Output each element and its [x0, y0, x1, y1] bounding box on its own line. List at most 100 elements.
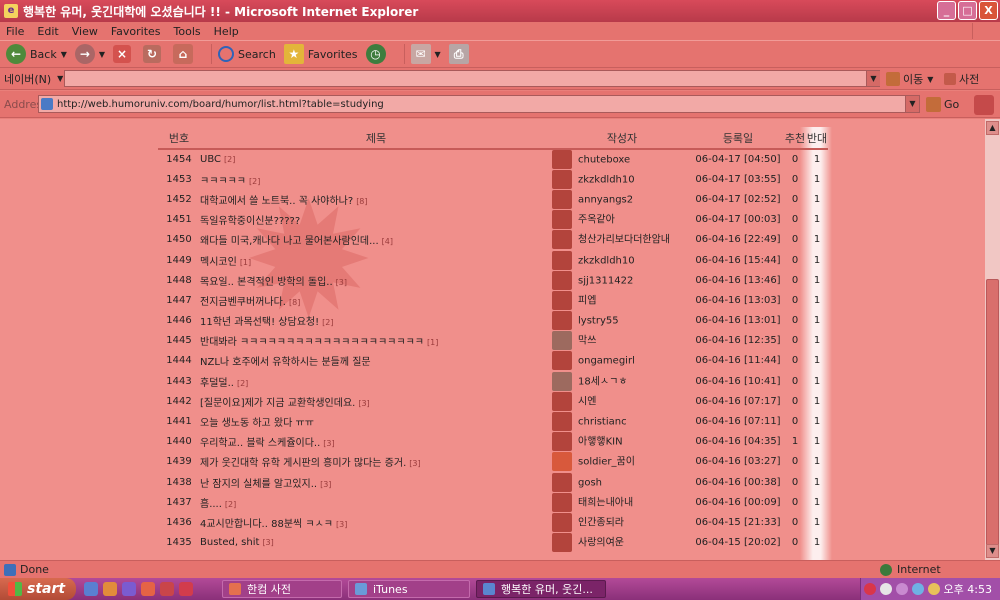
post-subject-link[interactable]: 목요일.. 본격적인 방학의 돌입.. — [200, 277, 333, 288]
stop-button[interactable]: × — [113, 45, 135, 63]
avatar[interactable] — [552, 150, 572, 170]
menu-favorites[interactable]: Favorites — [111, 25, 161, 38]
author-name[interactable]: zkzkdldh10 — [578, 255, 635, 266]
avatar[interactable] — [552, 452, 572, 472]
post-subject-link[interactable]: 11학년 과목선택! 상담요청! — [200, 317, 319, 328]
avatar[interactable] — [552, 512, 572, 532]
post-subject-link[interactable]: [질문이요]제가 지금 교환학생인데요. — [200, 398, 355, 409]
author-name[interactable]: 주옥같아 — [578, 215, 615, 226]
back-dropdown-icon[interactable]: ▼ — [61, 50, 67, 59]
avatar[interactable] — [552, 391, 572, 411]
comment-count[interactable]: [3] — [358, 399, 369, 408]
naver-go-button[interactable]: 이동 ▼ — [886, 71, 933, 87]
comment-count[interactable]: [4] — [382, 237, 393, 246]
back-button[interactable]: ← Back ▼ — [6, 44, 67, 64]
favorites-button[interactable]: ★ Favorites — [283, 44, 358, 64]
avatar[interactable] — [552, 270, 572, 290]
vertical-scrollbar[interactable]: ▲ ▼ — [985, 119, 1000, 560]
minimize-button[interactable]: _ — [937, 1, 956, 20]
author-name[interactable]: chuteboxe — [578, 155, 630, 166]
naver-dropdown-icon[interactable]: ▼ — [57, 74, 63, 83]
naver-search-dropdown[interactable]: ▼ — [866, 71, 880, 86]
forward-button[interactable]: → ▼ — [74, 44, 105, 64]
avatar[interactable] — [552, 412, 572, 432]
history-button[interactable]: ◷ — [365, 44, 390, 64]
post-subject-link[interactable]: 대학교에서 쓸 노트북.. 꼭 사야하나? — [200, 196, 353, 207]
menu-help[interactable]: Help — [214, 25, 239, 38]
post-subject-link[interactable]: NZL나 호주에서 유학하시는 분들께 질문 — [200, 357, 371, 368]
mail-dropdown-icon[interactable]: ▼ — [435, 50, 441, 59]
address-dropdown[interactable]: ▼ — [905, 96, 919, 112]
quicklaunch-extra-icon[interactable] — [160, 582, 174, 596]
avatar[interactable] — [552, 169, 572, 189]
author-name[interactable]: 인간종되라 — [578, 517, 624, 528]
comment-count[interactable]: [3] — [409, 459, 420, 468]
comment-count[interactable]: [2] — [225, 500, 236, 509]
avatar[interactable] — [552, 210, 572, 230]
post-subject-link[interactable]: 멕시코인 — [200, 257, 237, 268]
dictionary-button[interactable]: 사전 — [944, 71, 979, 87]
comment-count[interactable]: [3] — [336, 278, 347, 287]
post-subject-link[interactable]: Busted, shit — [200, 537, 259, 548]
scroll-up-arrow[interactable]: ▲ — [986, 121, 999, 135]
post-subject-link[interactable]: 반대봐라 ㅋㅋㅋㅋㅋㅋㅋㅋㅋㅋㅋㅋㅋㅋㅋㅋㅋㅋㅋㅋ — [200, 337, 424, 348]
avatar[interactable] — [552, 371, 572, 391]
comment-count[interactable]: [3] — [323, 439, 334, 448]
search-button[interactable]: Search — [218, 46, 276, 62]
tray-app-icon[interactable] — [895, 583, 908, 595]
refresh-button[interactable]: ↻ — [143, 45, 165, 63]
post-subject-link[interactable]: UBC — [200, 154, 221, 165]
close-button[interactable]: X — [979, 1, 998, 20]
menu-tools[interactable]: Tools — [174, 25, 201, 38]
menu-file[interactable]: File — [6, 25, 24, 38]
avatar[interactable] — [552, 230, 572, 250]
post-subject-link[interactable]: 난 잠지의 실체를 알고있지.. — [200, 479, 317, 490]
comment-count[interactable]: [2] — [237, 379, 248, 388]
author-name[interactable]: zkzkdldh10 — [578, 174, 635, 185]
avatar[interactable] — [552, 189, 572, 209]
avatar[interactable] — [552, 250, 572, 270]
maximize-button[interactable]: □ — [958, 1, 977, 20]
comment-count[interactable]: [3] — [262, 538, 273, 547]
address-go-button[interactable]: Go — [926, 97, 959, 112]
comment-count[interactable]: [8] — [356, 197, 367, 206]
avatar[interactable] — [552, 311, 572, 331]
author-name[interactable]: annyangs2 — [578, 194, 633, 205]
post-subject-link[interactable]: 전지금벤쿠버꺼나다. — [200, 297, 286, 308]
quicklaunch-extra2-icon[interactable] — [179, 582, 193, 596]
author-name[interactable]: sjj1311422 — [578, 275, 633, 286]
forward-dropdown-icon[interactable]: ▼ — [99, 50, 105, 59]
post-subject-link[interactable]: 왜다들 미국,캐나다 나고 물어본사람인데... — [200, 236, 379, 247]
author-name[interactable]: 18세ㅅㄱㅎ — [578, 376, 628, 387]
comment-count[interactable]: [2] — [249, 177, 260, 186]
post-subject-link[interactable]: ㅋㅋㅋㅋㅋ — [200, 176, 246, 187]
avatar[interactable] — [552, 432, 572, 452]
author-name[interactable]: gosh — [578, 477, 602, 488]
author-name[interactable]: 피엡 — [578, 295, 596, 306]
quicklaunch-desktop-icon[interactable] — [141, 582, 155, 596]
post-subject-link[interactable]: 우리학교.. 블락 스케쥴이다.. — [200, 438, 320, 449]
avatar[interactable] — [552, 290, 572, 310]
toolbar-extra-icon[interactable] — [974, 95, 994, 115]
post-subject-link[interactable]: 독일유학중이신분????? — [200, 216, 300, 227]
author-name[interactable]: 아햏햏KIN — [578, 437, 623, 448]
comment-count[interactable]: [8] — [289, 298, 300, 307]
post-subject-link[interactable]: 흠.... — [200, 499, 222, 510]
post-subject-link[interactable]: 제가 웃긴대학 유학 게시판의 흥미가 많다는 증거. — [200, 458, 406, 469]
scroll-down-arrow[interactable]: ▼ — [986, 544, 999, 558]
avatar[interactable] — [552, 492, 572, 512]
quicklaunch-media-icon[interactable] — [122, 582, 136, 596]
tray-red-icon[interactable] — [863, 583, 876, 595]
task-browser[interactable]: 행복한 유머, 웃긴... — [476, 580, 606, 598]
author-name[interactable]: 사랑의여운 — [578, 538, 624, 549]
comment-count[interactable]: [1] — [240, 258, 251, 267]
comment-count[interactable]: [2] — [322, 318, 333, 327]
quicklaunch-ie-icon[interactable] — [84, 582, 98, 596]
author-name[interactable]: 시엔 — [578, 396, 596, 407]
task-dictionary[interactable]: 한컴 사전 — [222, 580, 342, 598]
comment-count[interactable]: [1] — [427, 338, 438, 347]
comment-count[interactable]: [3] — [320, 480, 331, 489]
avatar[interactable] — [552, 472, 572, 492]
comment-count[interactable]: [3] — [336, 520, 347, 529]
author-name[interactable]: christianc — [578, 417, 627, 428]
